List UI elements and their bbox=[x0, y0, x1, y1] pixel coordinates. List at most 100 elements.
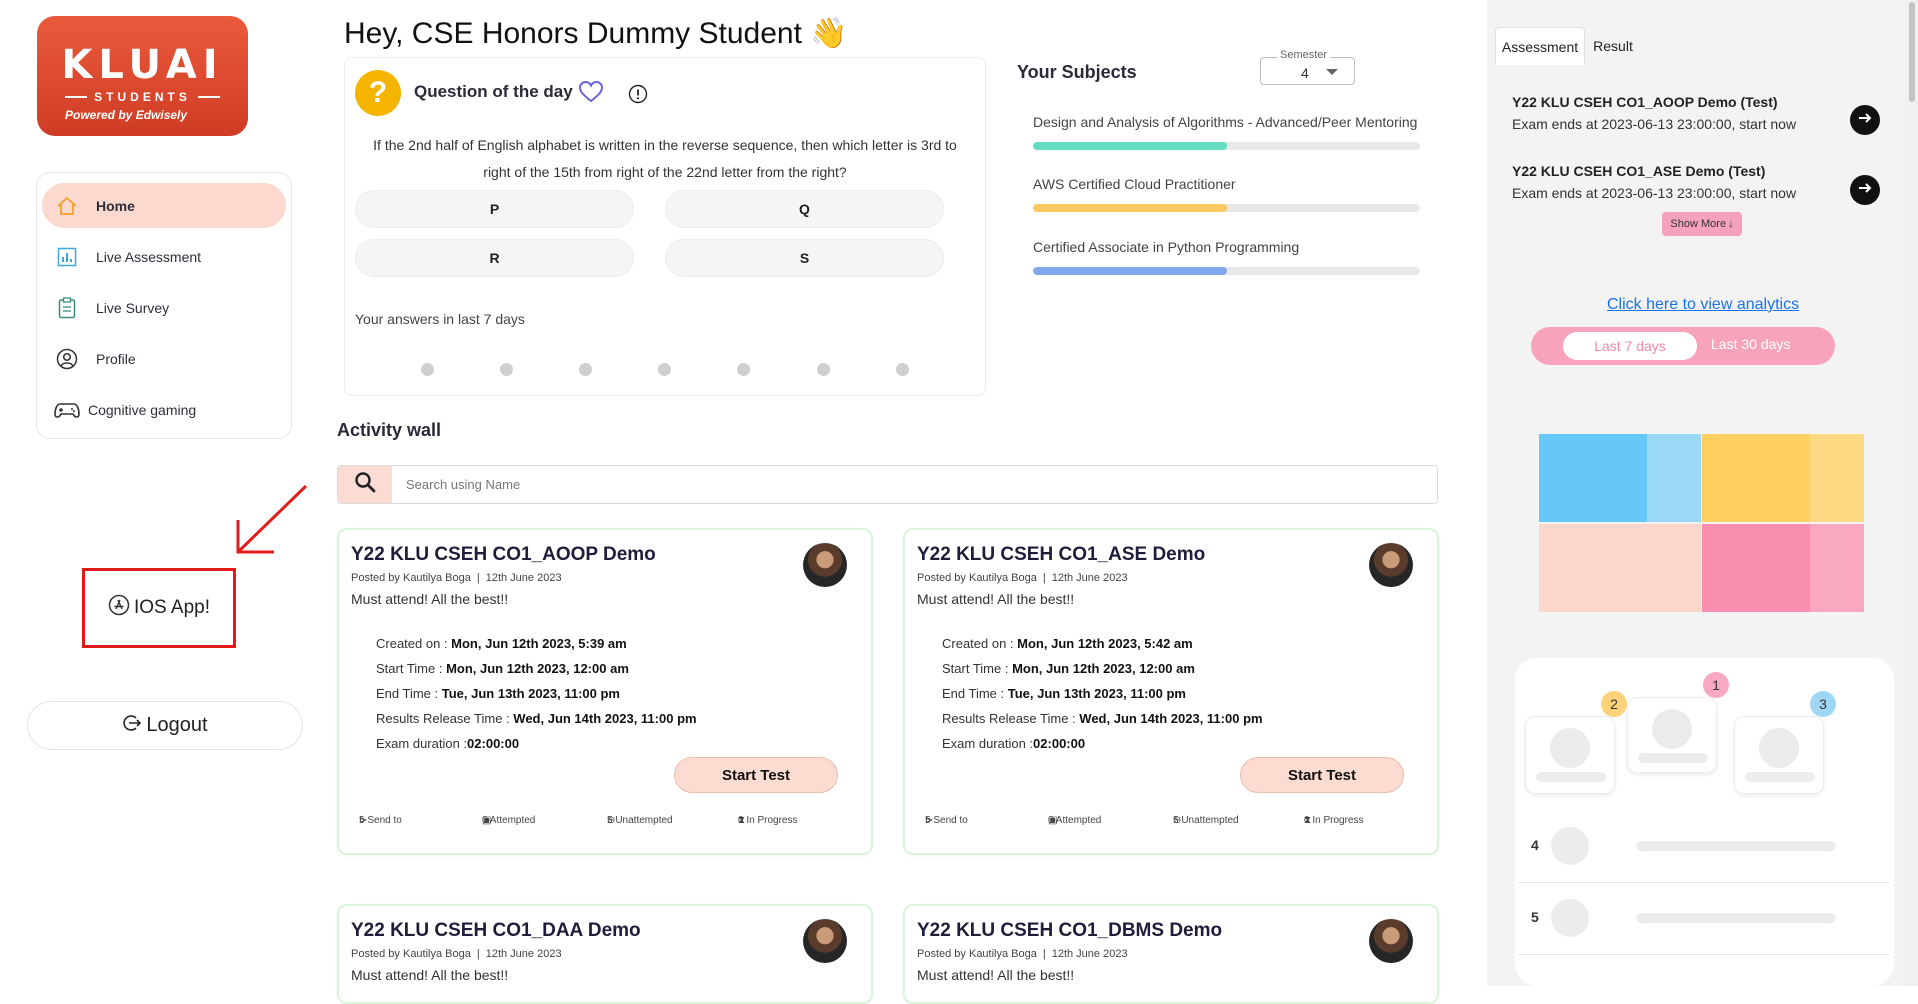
logout-label: Logout bbox=[146, 714, 208, 736]
logout-button[interactable]: Logout bbox=[27, 701, 303, 750]
semester-select[interactable]: Semester 4 bbox=[1260, 49, 1355, 85]
start-time-value: Mon, Jun 12th 2023, 12:00 am bbox=[446, 661, 629, 676]
qotd-option-b[interactable]: Q bbox=[665, 190, 944, 228]
sidebar-item-label: Live Survey bbox=[96, 299, 170, 316]
qotd-question: If the 2nd half of English alphabet is w… bbox=[373, 137, 957, 180]
qotd-title: Question of the day bbox=[414, 82, 573, 101]
card-message: Must attend! All the best!! bbox=[351, 967, 509, 983]
leaderboard-row: 4 bbox=[1518, 813, 1890, 883]
avatar bbox=[1551, 827, 1589, 865]
start-test-button[interactable]: Start Test bbox=[674, 757, 838, 793]
rank-badge-1: 1 bbox=[1703, 672, 1729, 698]
range-last-7-days[interactable]: Last 7 days bbox=[1563, 332, 1697, 360]
card-title[interactable]: Y22 KLU CSEH CO1_AOOP Demo bbox=[351, 544, 656, 566]
rank-badge-2: 2 bbox=[1601, 691, 1627, 717]
page-title: Hey, CSE Honors Dummy Student 👋 bbox=[344, 17, 848, 50]
arrow-right-icon bbox=[1857, 110, 1873, 131]
info-icon[interactable] bbox=[628, 84, 648, 109]
card-posted-by: Posted by Kautilya Boga bbox=[351, 948, 471, 960]
sidebar-item-live-assessment[interactable]: Live Assessment bbox=[42, 234, 286, 279]
leaderboard-podium-1 bbox=[1627, 697, 1717, 773]
sidebar-item-live-survey[interactable]: Live Survey bbox=[42, 285, 286, 330]
avatar bbox=[1550, 728, 1590, 768]
upcoming-test-title[interactable]: Y22 KLU CSEH CO1_AOOP Demo (Test) bbox=[1512, 94, 1778, 110]
activity-card: Y22 KLU CSEH CO1_DBMS Demo Posted by Kau… bbox=[903, 904, 1439, 1004]
answer-day-dot bbox=[500, 363, 513, 376]
ios-app-link[interactable]: IOS App! bbox=[82, 568, 236, 648]
open-test-button[interactable] bbox=[1850, 175, 1880, 205]
search-icon bbox=[354, 471, 376, 498]
avatar bbox=[1551, 899, 1589, 937]
semester-value: 4 bbox=[1301, 65, 1309, 81]
sidebar-item-profile[interactable]: Profile bbox=[42, 336, 286, 381]
card-message: Must attend! All the best!! bbox=[917, 967, 1075, 983]
analytics-tile bbox=[1810, 434, 1864, 522]
card-date: 12th June 2023 bbox=[1051, 572, 1128, 584]
scrollbar[interactable] bbox=[1905, 0, 1918, 986]
subject-name[interactable]: AWS Certified Cloud Practitioner bbox=[1033, 176, 1236, 192]
card-date: 12th June 2023 bbox=[485, 948, 562, 960]
answer-day-dot bbox=[421, 363, 434, 376]
upcoming-test-subtitle: Exam ends at 2023-06-13 23:00:00, start … bbox=[1512, 185, 1797, 201]
sidebar-item-label: Cognitive gaming bbox=[88, 401, 197, 418]
card-message: Must attend! All the best!! bbox=[917, 591, 1075, 607]
subject-progress bbox=[1033, 204, 1420, 212]
range-last-30-days[interactable]: Last 30 days bbox=[1711, 336, 1790, 352]
answer-day-dot bbox=[658, 363, 671, 376]
card-posted-by: Posted by Kautilya Boga bbox=[351, 572, 471, 584]
show-more-button[interactable]: Show More ↓ bbox=[1662, 212, 1742, 236]
sidebar-item-cognitive-gaming[interactable]: Cognitive gaming bbox=[42, 387, 286, 432]
open-test-button[interactable] bbox=[1850, 105, 1880, 135]
clipboard-icon bbox=[54, 296, 80, 319]
analytics-tile bbox=[1702, 524, 1810, 612]
arrow-right-icon bbox=[1857, 180, 1873, 201]
answer-day-dot bbox=[579, 363, 592, 376]
qotd-option-a[interactable]: P bbox=[355, 190, 634, 228]
answer-day-dot bbox=[817, 363, 830, 376]
rank-badge-3: 3 bbox=[1810, 691, 1836, 717]
leaderboard-row: 5 bbox=[1518, 885, 1890, 955]
search-input[interactable] bbox=[392, 466, 1437, 503]
tab-result[interactable]: Result bbox=[1587, 27, 1639, 65]
results-time-value: Wed, Jun 14th 2023, 11:00 pm bbox=[513, 711, 697, 726]
analytics-tile bbox=[1539, 434, 1647, 522]
analytics-tile bbox=[1702, 434, 1810, 522]
ios-app-label: IOS App! bbox=[133, 597, 211, 618]
subject-name[interactable]: Design and Analysis of Algorithms - Adva… bbox=[1033, 114, 1417, 130]
sidebar-item-home[interactable]: Home bbox=[42, 183, 286, 228]
qotd-option-d[interactable]: S bbox=[665, 239, 944, 277]
sidebar-nav: Home Live Assessment Live Survey Profile… bbox=[36, 172, 292, 439]
tab-assessment[interactable]: Assessment bbox=[1495, 27, 1585, 65]
start-test-button[interactable]: Start Test bbox=[1240, 757, 1404, 793]
subject-progress bbox=[1033, 267, 1420, 275]
card-posted-by: Posted by Kautilya Boga bbox=[917, 572, 1037, 584]
gamepad-icon bbox=[54, 399, 80, 421]
qotd-option-c[interactable]: R bbox=[355, 239, 634, 277]
subjects-title: Your Subjects bbox=[1017, 62, 1137, 82]
upcoming-test-title[interactable]: Y22 KLU CSEH CO1_ASE Demo (Test) bbox=[1512, 163, 1765, 179]
card-posted-by: Posted by Kautilya Boga bbox=[917, 948, 1037, 960]
card-title[interactable]: Y22 KLU CSEH CO1_ASE Demo bbox=[917, 544, 1205, 566]
kluai-logo[interactable]: KLUAI STUDENTS Powered by Edwisely bbox=[37, 16, 248, 136]
card-title[interactable]: Y22 KLU CSEH CO1_DBMS Demo bbox=[917, 920, 1222, 942]
logo-main: KLUAI bbox=[61, 42, 224, 88]
avatar bbox=[1369, 543, 1413, 587]
view-analytics-link[interactable]: Click here to view analytics bbox=[1607, 296, 1799, 314]
subject-name[interactable]: Certified Associate in Python Programmin… bbox=[1033, 239, 1299, 255]
duration-value: 02:00:00 bbox=[467, 736, 520, 751]
avatar bbox=[1369, 919, 1413, 963]
heart-icon[interactable] bbox=[578, 80, 604, 109]
sidebar-item-label: Home bbox=[96, 197, 135, 214]
scrollbar-thumb[interactable] bbox=[1909, 2, 1915, 102]
sidebar-item-label: Profile bbox=[96, 350, 136, 367]
leaderboard-podium-2 bbox=[1525, 716, 1615, 794]
created-on-value: Mon, Jun 12th 2023, 5:42 am bbox=[1017, 636, 1193, 651]
activity-card: Y22 KLU CSEH CO1_DAA Demo Posted by Kaut… bbox=[337, 904, 873, 1004]
rank-number: 4 bbox=[1531, 837, 1539, 853]
answer-day-dot bbox=[737, 363, 750, 376]
search-button[interactable] bbox=[338, 466, 392, 503]
analytics-tile bbox=[1810, 524, 1864, 612]
duration-value: 02:00:00 bbox=[1033, 736, 1086, 751]
card-title[interactable]: Y22 KLU CSEH CO1_DAA Demo bbox=[351, 920, 641, 942]
avatar bbox=[803, 543, 847, 587]
